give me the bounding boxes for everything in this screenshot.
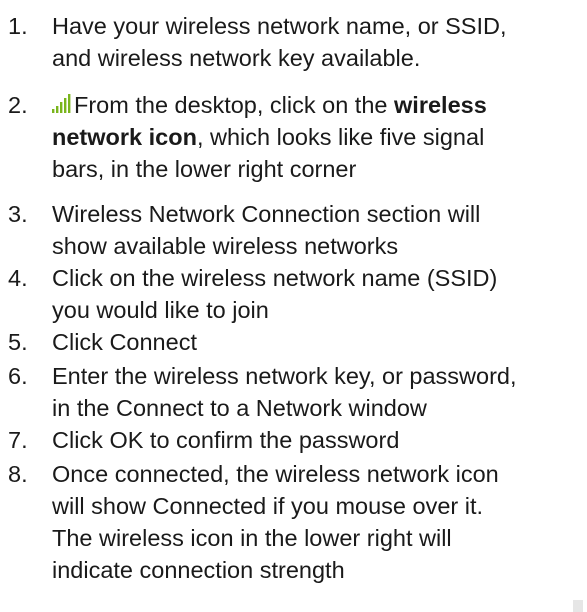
step-line: Click Connect <box>52 329 197 355</box>
step-text: Wireless Network Connection section will… <box>52 198 584 262</box>
step-number: 6. <box>8 363 28 389</box>
page-edge-mark <box>573 600 583 612</box>
step-line: Wireless Network Connection section will <box>52 201 481 227</box>
step-text: Click Connect <box>52 326 584 358</box>
step-text: From the desktop, click on the wireless … <box>52 89 584 185</box>
step-line: network icon, which looks like five sign… <box>52 121 584 153</box>
step-line: From the desktop, click on the wireless <box>52 89 584 121</box>
step-number: 7. <box>8 427 28 453</box>
step-text: Click OK to confirm the password <box>52 424 584 456</box>
step-number: 4. <box>8 265 28 291</box>
step-text-segment: From the desktop, click on the <box>74 92 395 118</box>
step-number: 5. <box>8 329 28 355</box>
step-number: 2. <box>8 92 28 118</box>
step-line: in the Connect to a Network window <box>52 395 427 421</box>
step-line: show available wireless networks <box>52 233 399 259</box>
step-number: 1. <box>8 13 28 39</box>
step-number: 3. <box>8 201 28 227</box>
step-text-bold: wireless <box>394 92 487 118</box>
step-line: and wireless network key available. <box>52 45 421 71</box>
step-line: indicate connection strength <box>52 557 345 583</box>
step-line: Have your wireless network name, or SSID… <box>52 13 507 39</box>
step-line: Enter the wireless network key, or passw… <box>52 363 517 389</box>
step-text-segment: , which looks like five signal <box>196 124 485 150</box>
step-line: The wireless icon in the lower right wil… <box>52 525 452 551</box>
step-text: Click on the wireless network name (SSID… <box>52 262 584 326</box>
wireless-signal-bars-icon <box>52 90 72 113</box>
step-text-bold: network icon <box>52 124 197 150</box>
step-number: 8. <box>8 461 28 487</box>
step-line: Once connected, the wireless network ico… <box>52 461 499 487</box>
step-line: will show Connected if you mouse over it… <box>52 493 484 519</box>
step-text: Enter the wireless network key, or passw… <box>52 360 584 424</box>
step-text: Once connected, the wireless network ico… <box>52 458 584 586</box>
step-line: Click on the wireless network name (SSID… <box>52 265 498 291</box>
step-line: Click OK to confirm the password <box>52 427 400 453</box>
step-line: bars, in the lower right corner <box>52 156 357 182</box>
step-text: Have your wireless network name, or SSID… <box>52 10 584 74</box>
step-line: you would like to join <box>52 297 269 323</box>
